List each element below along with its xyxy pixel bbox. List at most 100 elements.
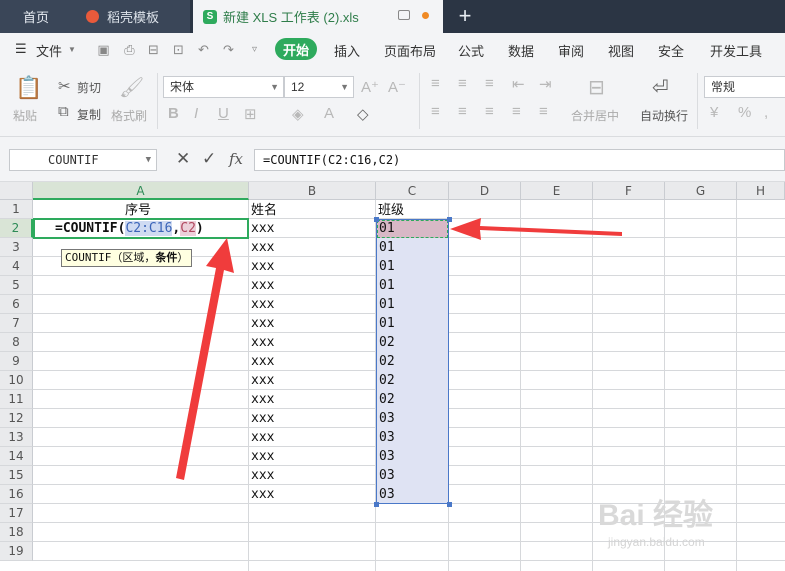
currency-icon[interactable]: ¥ xyxy=(710,104,718,121)
cell-b12[interactable]: xxx xyxy=(251,409,274,428)
row-header-18[interactable]: 18 xyxy=(0,523,33,542)
cell-c12[interactable]: 03 xyxy=(379,409,395,428)
column-header-d[interactable]: D xyxy=(449,182,521,200)
cell-b16[interactable]: xxx xyxy=(251,485,274,504)
font-name-select[interactable]: 宋体 ▼ xyxy=(163,76,284,98)
copy-icon[interactable]: ⧉ xyxy=(58,103,69,120)
monitor-icon[interactable] xyxy=(398,10,410,20)
print-preview-icon[interactable]: ⊡ xyxy=(171,42,186,57)
cell-a2-editor[interactable]: =COUNTIF(C2:C16,C2) xyxy=(33,218,249,239)
row-header-7[interactable]: 7 xyxy=(0,314,33,333)
row-header-11[interactable]: 11 xyxy=(0,390,33,409)
thousands-separator-icon[interactable]: , xyxy=(764,104,768,121)
cell-c13[interactable]: 03 xyxy=(379,428,395,447)
redo-icon[interactable]: ↷ xyxy=(221,42,236,57)
row-header-13[interactable]: 13 xyxy=(0,428,33,447)
cell-b6[interactable]: xxx xyxy=(251,295,274,314)
menu-file[interactable]: 文件 xyxy=(36,41,62,60)
cell-b9[interactable]: xxx xyxy=(251,352,274,371)
row-header-16[interactable]: 16 xyxy=(0,485,33,504)
wrap-text-button[interactable]: 自动换行 xyxy=(640,107,688,124)
align-right-icon[interactable]: ≡ xyxy=(485,103,494,120)
number-format-select[interactable]: 常规 xyxy=(704,76,785,98)
cell-c7[interactable]: 01 xyxy=(379,314,395,333)
copy-button[interactable]: 复制 xyxy=(77,106,101,123)
align-top-icon[interactable]: ≡ xyxy=(431,75,440,92)
undo-icon[interactable]: ↶ xyxy=(196,42,211,57)
hamburger-menu-icon[interactable]: ☰ xyxy=(15,41,27,57)
menu-insert[interactable]: 插入 xyxy=(334,41,360,60)
distributed-icon[interactable]: ≡ xyxy=(539,103,548,120)
merge-center-icon[interactable]: ⊟ xyxy=(588,75,605,100)
row-header-10[interactable]: 10 xyxy=(0,371,33,390)
cell-b10[interactable]: xxx xyxy=(251,371,274,390)
cell-c15[interactable]: 03 xyxy=(379,466,395,485)
row-header-12[interactable]: 12 xyxy=(0,409,33,428)
insert-function-icon[interactable]: fx xyxy=(229,149,243,169)
cell-b2[interactable]: xxx xyxy=(251,219,274,238)
cell-c16[interactable]: 03 xyxy=(379,485,395,504)
range-resize-handle[interactable] xyxy=(447,217,452,222)
cell-b11[interactable]: xxx xyxy=(251,390,274,409)
column-header-g[interactable]: G xyxy=(665,182,737,200)
cancel-icon[interactable]: ✕ xyxy=(176,149,190,169)
justify-icon[interactable]: ≡ xyxy=(512,103,521,120)
row-header-19[interactable]: 19 xyxy=(0,542,33,561)
menu-review[interactable]: 审阅 xyxy=(558,41,584,60)
cell-b13[interactable]: xxx xyxy=(251,428,274,447)
cell-c10[interactable]: 02 xyxy=(379,371,395,390)
column-header-b[interactable]: B xyxy=(249,182,376,200)
cell-c14[interactable]: 03 xyxy=(379,447,395,466)
row-header-17[interactable]: 17 xyxy=(0,504,33,523)
column-header-f[interactable]: F xyxy=(593,182,665,200)
cell-b4[interactable]: xxx xyxy=(251,257,274,276)
align-center-icon[interactable]: ≡ xyxy=(458,103,467,120)
indent-increase-icon[interactable]: ⇥ xyxy=(539,75,552,93)
indent-decrease-icon[interactable]: ⇤ xyxy=(512,75,525,93)
cell-c5[interactable]: 01 xyxy=(379,276,395,295)
increase-font-icon[interactable]: A⁺ xyxy=(361,78,379,96)
scissors-icon[interactable]: ✂ xyxy=(58,77,71,95)
row-header-4[interactable]: 4 xyxy=(0,257,33,276)
bold-icon[interactable]: B xyxy=(168,105,179,122)
align-bottom-icon[interactable]: ≡ xyxy=(485,75,494,92)
new-tab-button[interactable]: + xyxy=(455,3,475,28)
column-header-h[interactable]: H xyxy=(737,182,785,200)
font-size-select[interactable]: 12 ▼ xyxy=(284,76,354,98)
tab-home[interactable]: 首页 xyxy=(0,0,72,33)
menu-data[interactable]: 数据 xyxy=(508,41,534,60)
decrease-font-icon[interactable]: A⁻ xyxy=(388,78,406,96)
cell-b7[interactable]: xxx xyxy=(251,314,274,333)
menu-home-tab[interactable]: 开始 xyxy=(275,38,317,60)
tab-template[interactable]: 稻壳模板 xyxy=(72,0,190,33)
row-header-14[interactable]: 14 xyxy=(0,447,33,466)
menu-security[interactable]: 安全 xyxy=(658,41,684,60)
cell-b5[interactable]: xxx xyxy=(251,276,274,295)
row-header-6[interactable]: 6 xyxy=(0,295,33,314)
cell-b1[interactable]: 姓名 xyxy=(251,200,277,219)
row-header-5[interactable]: 5 xyxy=(0,276,33,295)
row-header-3[interactable]: 3 xyxy=(0,238,33,257)
percent-icon[interactable]: % xyxy=(738,104,751,121)
menu-page-layout[interactable]: 页面布局 xyxy=(384,41,436,60)
tab-document[interactable]: S 新建 XLS 工作表 (2).xls xyxy=(193,0,443,33)
select-all-corner[interactable] xyxy=(0,182,33,200)
column-header-e[interactable]: E xyxy=(521,182,593,200)
cell-c4[interactable]: 01 xyxy=(379,257,395,276)
paste-icon[interactable]: 📋 xyxy=(15,75,42,101)
column-header-a[interactable]: A xyxy=(33,182,249,200)
underline-icon[interactable]: U xyxy=(218,105,229,122)
format-painter-icon[interactable]: 🖌 xyxy=(119,75,144,100)
fill-color-icon[interactable]: ◈ xyxy=(292,105,304,123)
confirm-icon[interactable]: ✓ xyxy=(202,149,216,169)
wrap-text-icon[interactable]: ⏎ xyxy=(652,75,669,100)
merge-center-button[interactable]: 合并居中 xyxy=(571,107,619,124)
cell-c2[interactable]: 01 xyxy=(379,219,395,238)
row-header-9[interactable]: 9 xyxy=(0,352,33,371)
align-left-icon[interactable]: ≡ xyxy=(431,103,440,120)
cell-c11[interactable]: 02 xyxy=(379,390,395,409)
italic-icon[interactable]: I xyxy=(194,105,198,122)
cell-c3[interactable]: 01 xyxy=(379,238,395,257)
print-icon[interactable]: ⊟ xyxy=(146,42,161,57)
cell-a1[interactable]: 序号 xyxy=(125,200,151,219)
